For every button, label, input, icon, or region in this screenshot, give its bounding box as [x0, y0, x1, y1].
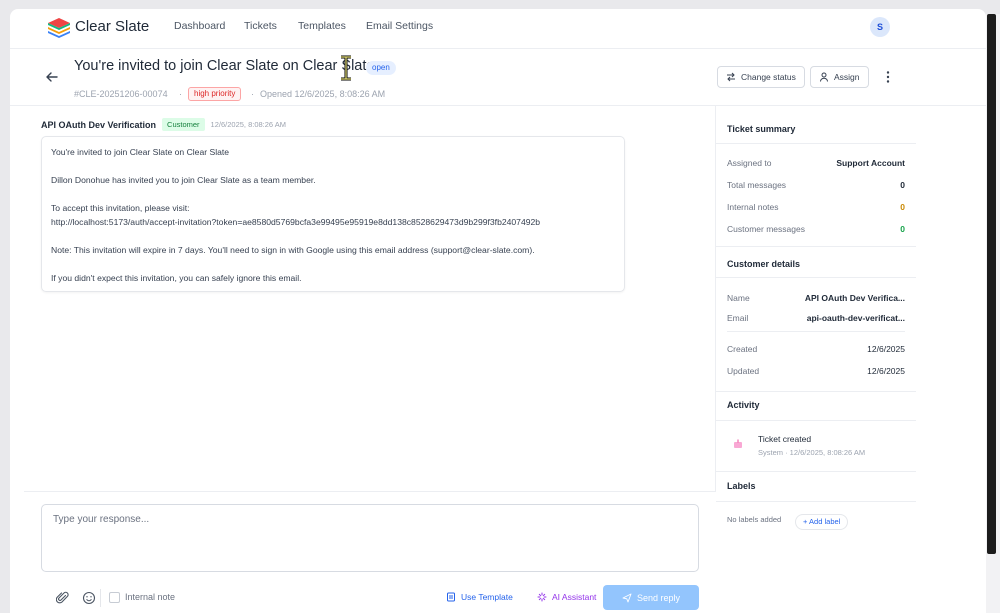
total-messages-value: 0: [900, 180, 905, 190]
ticket-header: You're invited to join Clear Slate on Cl…: [10, 49, 986, 106]
internal-note-label[interactable]: Internal note: [125, 592, 175, 602]
message-line: You're invited to join Clear Slate on Cl…: [51, 147, 230, 157]
assign-label: Assign: [834, 72, 860, 82]
name-label: Name: [727, 293, 750, 303]
assign-button[interactable]: Assign: [810, 66, 869, 88]
logo-icon: [48, 18, 70, 38]
nav-tickets[interactable]: Tickets: [244, 20, 277, 32]
created-label: Created: [727, 344, 758, 354]
divider: [716, 501, 916, 502]
text-cursor-icon: [341, 55, 351, 81]
brand-name[interactable]: Clear Slate: [75, 18, 149, 35]
customer-details-title: Customer details: [727, 259, 801, 269]
message-time: 12/6/2025, 8:08:26 AM: [210, 120, 287, 129]
invitation-link[interactable]: http://localhost:5173/auth/accept-invita…: [51, 216, 615, 228]
status-badge: open: [366, 61, 396, 75]
internal-notes-value: 0: [900, 202, 905, 212]
activity-event: Ticket created: [758, 434, 812, 444]
ai-assistant-button[interactable]: AI Assistant: [537, 592, 596, 602]
conversation-panel: API OAuth Dev Verification Customer 12/6…: [24, 106, 716, 491]
user-icon: [820, 72, 828, 82]
ai-assistant-label: AI Assistant: [552, 592, 597, 602]
summary-customer: Customer messages 0: [727, 224, 905, 234]
email-value: api-oauth-dev-verificat...: [806, 313, 905, 323]
customer-tag: Customer: [162, 118, 205, 131]
email-label: Email: [727, 313, 749, 323]
meta-separator: ·: [179, 89, 182, 99]
more-vertical-icon[interactable]: [880, 69, 896, 85]
message-header: API OAuth Dev Verification Customer 12/6…: [41, 118, 286, 131]
top-navigation: Clear Slate Dashboard Tickets Templates …: [10, 9, 986, 49]
template-icon: [447, 592, 455, 602]
total-messages-label: Total messages: [727, 180, 787, 190]
reply-composer: Internal note Use Template AI Assistant …: [24, 491, 716, 613]
assigned-value: Support Account: [836, 158, 905, 168]
app-window: Clear Slate Dashboard Tickets Templates …: [10, 9, 986, 613]
summary-assigned: Assigned to Support Account: [727, 158, 905, 168]
send-reply-label: Send reply: [636, 592, 681, 603]
message-line: If you didn't expect this invitation, yo…: [51, 273, 302, 283]
message-line: Note: This invitation will expire in 7 d…: [51, 245, 535, 255]
toolbar-divider: [100, 589, 101, 607]
message-line: Dillon Donohue has invited you to join C…: [51, 175, 316, 185]
customer-messages-value: 0: [900, 224, 905, 234]
change-status-label: Change status: [741, 72, 796, 82]
avatar[interactable]: S: [870, 17, 890, 37]
sender-name: API OAuth Dev Verification: [41, 119, 157, 130]
name-value: API OAuth Dev Verifica...: [804, 293, 905, 303]
summary-total: Total messages 0: [727, 180, 905, 190]
activity-meta: System · 12/6/2025, 8:08:26 AM: [758, 448, 866, 457]
customer-name-row: Name API OAuth Dev Verifica...: [727, 293, 905, 303]
ticket-title: You're invited to join Clear Slate on Cl…: [74, 58, 375, 74]
use-template-label: Use Template: [461, 592, 513, 602]
customer-email-row: Email api-oauth-dev-verificat...: [727, 313, 905, 323]
reply-input[interactable]: [41, 504, 699, 572]
emoji-icon[interactable]: [82, 591, 96, 605]
divider: [716, 277, 916, 278]
ticket-sidebar: Ticket summary Assigned to Support Accou…: [716, 106, 916, 613]
paperclip-icon[interactable]: [56, 591, 70, 605]
nav-email-settings[interactable]: Email Settings: [366, 20, 433, 32]
labels-title: Labels: [727, 481, 756, 491]
ai-sparkle-icon: [537, 592, 547, 602]
nav-dashboard[interactable]: Dashboard: [174, 20, 225, 32]
swap-icon: [727, 72, 735, 82]
updated-label: Updated: [727, 366, 760, 376]
scrollbar-thumb[interactable]: [987, 14, 996, 554]
back-arrow-icon[interactable]: [44, 69, 60, 85]
send-reply-button[interactable]: Send reply: [603, 585, 699, 610]
add-label-button[interactable]: + Add label: [795, 514, 849, 530]
divider: [727, 331, 905, 332]
send-icon: [622, 593, 632, 602]
created-row: Created 12/6/2025: [727, 344, 905, 354]
internal-note-checkbox[interactable]: [109, 592, 120, 603]
updated-value: 12/6/2025: [867, 366, 905, 376]
internal-notes-label: Internal notes: [727, 202, 779, 212]
no-labels-text: No labels added: [727, 515, 782, 524]
customer-messages-label: Customer messages: [727, 224, 805, 234]
activity-icon: [734, 439, 742, 448]
opened-date: Opened 12/6/2025, 8:08:26 AM: [260, 89, 386, 99]
message-line: To accept this invitation, please visit:: [51, 203, 190, 213]
activity-title: Activity: [727, 400, 760, 410]
message-body: You're invited to join Clear Slate on Cl…: [41, 136, 625, 292]
divider: [716, 143, 916, 144]
divider: [716, 391, 916, 392]
meta-separator: ·: [251, 89, 254, 99]
assigned-label: Assigned to: [727, 158, 772, 168]
divider: [716, 420, 916, 421]
summary-internal: Internal notes 0: [727, 202, 905, 212]
priority-badge: high priority: [188, 87, 242, 101]
updated-row: Updated 12/6/2025: [727, 366, 905, 376]
divider: [716, 246, 916, 247]
change-status-button[interactable]: Change status: [717, 66, 805, 88]
summary-title: Ticket summary: [727, 124, 796, 134]
divider: [716, 471, 916, 472]
nav-templates[interactable]: Templates: [298, 20, 346, 32]
created-value: 12/6/2025: [867, 344, 905, 354]
use-template-button[interactable]: Use Template: [446, 592, 513, 602]
ticket-id: #CLE-20251206-00074: [74, 89, 168, 99]
